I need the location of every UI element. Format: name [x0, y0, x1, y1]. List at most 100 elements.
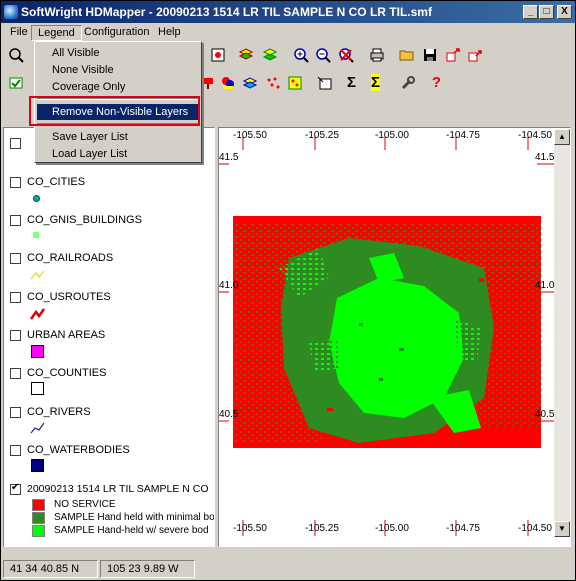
menu-item-none-visible[interactable]: None Visible — [37, 62, 199, 78]
save-icon[interactable] — [419, 44, 440, 65]
menu-help[interactable]: Help — [152, 25, 187, 41]
menu-legend[interactable]: Legend — [31, 25, 82, 41]
left-tick: 41.5 — [219, 152, 239, 163]
waterbodies-symbol — [31, 459, 44, 472]
menu-item-load-layer-list[interactable]: Load Layer List — [37, 146, 199, 162]
layer-row-gnis[interactable]: CO_GNIS_BUILDINGS — [10, 212, 142, 228]
swatch — [32, 498, 45, 511]
minimize-button[interactable]: _ — [523, 5, 538, 19]
export-icon[interactable] — [442, 44, 463, 65]
layer-row-rivers[interactable]: CO_RIVERS — [10, 404, 91, 420]
coverage-label: SAMPLE Hand-held w/ severe bod — [54, 525, 209, 536]
layer-checkbox[interactable] — [10, 329, 21, 341]
layer-row-urban[interactable]: URBAN AREAS — [10, 327, 105, 343]
layer-name: CO_GNIS_BUILDINGS — [27, 214, 142, 226]
menu-configuration[interactable]: Configuration — [78, 25, 155, 41]
sigma-yellow-icon[interactable]: Σ — [365, 72, 386, 93]
sigma-icon[interactable]: Σ — [341, 72, 362, 93]
status-longitude: 105 23 9.89 W — [100, 560, 195, 578]
railroads-symbol — [30, 270, 45, 280]
right-tick: 40.5 — [535, 409, 555, 420]
urban-areas-symbol — [31, 345, 44, 358]
scroll-up-icon[interactable]: ▲ — [554, 129, 570, 145]
layer-checkbox[interactable] — [10, 367, 21, 379]
right-tick: 41.5 — [535, 152, 555, 163]
menu-file[interactable]: File — [4, 25, 34, 41]
coverage-label: NO SERVICE — [54, 499, 116, 510]
close-button[interactable]: X — [557, 5, 572, 19]
coverage-label: SAMPLE Hand held with minimal bo — [54, 512, 215, 523]
points-icon[interactable] — [262, 72, 283, 93]
maximize-button[interactable]: □ — [539, 5, 554, 19]
layer-row-railroads[interactable]: CO_RAILROADS — [10, 250, 113, 266]
layer-name: CO_USROUTES — [27, 291, 111, 303]
layer-name: CO_WATERBODIES — [27, 444, 130, 456]
layer-row-usroutes[interactable]: CO_USROUTES — [10, 289, 111, 305]
title-bar: SoftWright HDMapper - 20090213 1514 LR T… — [1, 1, 575, 23]
scroll-down-icon[interactable]: ▼ — [554, 521, 570, 537]
map-scrollbar[interactable]: ▲ ▼ — [554, 129, 570, 537]
layer-name: 20090213 1514 LR TIL SAMPLE N CO — [27, 483, 209, 495]
menu-bar: File Legend Configuration Help — [1, 23, 575, 42]
grid-points-icon[interactable] — [284, 72, 305, 93]
coverage-class-no-service: NO SERVICE — [32, 498, 116, 511]
layer-checkbox[interactable] — [10, 444, 21, 456]
status-bar: 41 34 40.85 N 105 23 9.89 W — [1, 558, 575, 580]
layer-name: CO_RAILROADS — [27, 252, 114, 264]
help-icon[interactable]: ? — [426, 72, 447, 93]
bottom-tick: -105.50 — [233, 523, 267, 534]
layer-row-hidden[interactable] — [10, 135, 27, 151]
table-icon[interactable] — [314, 72, 335, 93]
counties-symbol — [31, 382, 44, 395]
coverage-map[interactable] — [219, 128, 571, 547]
top-tick: -104.75 — [446, 130, 480, 141]
open-icon[interactable] — [396, 44, 417, 65]
rivers-symbol — [30, 422, 45, 434]
status-latitude: 41 34 40.85 N — [3, 560, 98, 578]
top-tick: -105.00 — [375, 130, 409, 141]
layer-checkbox[interactable] — [10, 214, 21, 226]
zoom-out-icon[interactable] — [312, 44, 333, 65]
layer-checkbox[interactable] — [10, 406, 21, 418]
swatch — [32, 511, 45, 524]
window-title: SoftWright HDMapper - 20090213 1514 LR T… — [21, 5, 432, 19]
select-icon[interactable] — [5, 44, 26, 65]
edit-icon[interactable] — [5, 72, 26, 93]
zoom-in-icon[interactable] — [290, 44, 311, 65]
export-alt-icon[interactable] — [464, 44, 485, 65]
coverage-class-severe: SAMPLE Hand-held w/ severe bod — [32, 524, 209, 537]
wrench-icon[interactable] — [397, 72, 418, 93]
map-view[interactable]: -105.50 -105.25 -105.00 -104.75 -104.50 … — [218, 127, 571, 547]
left-tick: 41.0 — [219, 280, 239, 291]
swatch — [32, 524, 45, 537]
layer-checkbox[interactable] — [10, 176, 21, 188]
layers-icon[interactable] — [235, 44, 256, 65]
layer-name: CO_CITIES — [27, 176, 86, 188]
layer-checkbox-checked[interactable] — [10, 482, 21, 495]
right-tick: 41.0 — [535, 280, 555, 291]
layer-row-coverage[interactable]: 20090213 1514 LR TIL SAMPLE N CO — [10, 481, 209, 497]
layer-checkbox[interactable] — [10, 137, 21, 149]
layer-row-cities[interactable]: CO_CITIES — [10, 174, 85, 190]
bottom-tick: -105.25 — [305, 523, 339, 534]
layer-icon[interactable] — [207, 44, 228, 65]
bottom-tick: -104.50 — [518, 523, 552, 534]
map-style-icon[interactable] — [217, 72, 238, 93]
bottom-tick: -105.00 — [375, 523, 409, 534]
menu-item-save-layer-list[interactable]: Save Layer List — [37, 129, 199, 145]
menu-item-all-visible[interactable]: All Visible — [37, 45, 199, 61]
top-tick: -105.50 — [233, 130, 267, 141]
layer-name: URBAN AREAS — [27, 329, 106, 341]
highlight-annotation — [29, 96, 200, 126]
menu-item-coverage-only[interactable]: Coverage Only — [37, 79, 199, 95]
layer-checkbox[interactable] — [10, 252, 21, 264]
layers-alt-icon[interactable] — [259, 44, 280, 65]
cities-symbol — [33, 195, 40, 202]
layer-stack-icon[interactable] — [239, 72, 260, 93]
layer-row-counties[interactable]: CO_COUNTIES — [10, 365, 106, 381]
coverage-class-minimal: SAMPLE Hand held with minimal bo — [32, 511, 215, 524]
layer-checkbox[interactable] — [10, 291, 21, 303]
layer-row-waterbodies[interactable]: CO_WATERBODIES — [10, 442, 130, 458]
print-icon[interactable] — [366, 44, 387, 65]
zoom-cancel-icon[interactable] — [335, 44, 356, 65]
